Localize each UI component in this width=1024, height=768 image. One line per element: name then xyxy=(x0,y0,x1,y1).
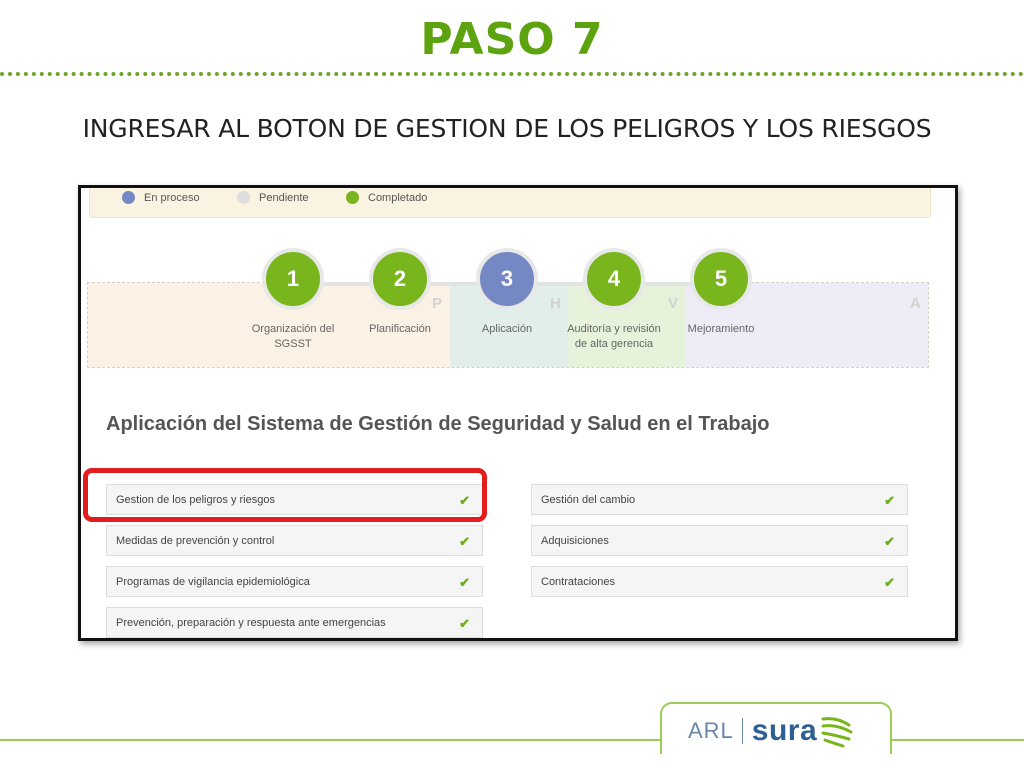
legend-item-pending: Pendiente xyxy=(237,191,309,204)
task-label: Prevención, preparación y respuesta ante… xyxy=(116,617,386,629)
step-label: Mejoramiento xyxy=(687,323,755,335)
check-icon: ✔ xyxy=(884,493,895,508)
step-label: Auditoría y revisión de alta gerencia xyxy=(567,323,661,350)
task-item[interactable]: Medidas de prevención y control ✔ xyxy=(106,525,483,556)
phva-letter: A xyxy=(910,295,921,312)
task-label: Adquisiciones xyxy=(541,535,609,547)
status-legend: En proceso Pendiente Completado xyxy=(89,188,931,218)
in-progress-dot-icon xyxy=(122,191,135,204)
step-label: Aplicación xyxy=(481,323,533,335)
step-2[interactable]: 2 Planificación xyxy=(340,248,460,337)
dotted-divider xyxy=(0,72,1024,76)
legend-label: Completado xyxy=(368,191,428,204)
task-label: Gestión del cambio xyxy=(541,494,636,506)
step-number: 5 xyxy=(690,248,752,310)
brand-sura: sura xyxy=(751,714,818,747)
step-number: 4 xyxy=(583,248,645,310)
step-5[interactable]: 5 Mejoramiento xyxy=(661,248,781,337)
task-item[interactable]: Prevención, preparación y respuesta ante… xyxy=(106,607,483,638)
step-number: 2 xyxy=(369,248,431,310)
step-number: 3 xyxy=(476,248,538,310)
task-item[interactable]: Gestión del cambio ✔ xyxy=(531,484,908,515)
legend-item-completed: Completado xyxy=(346,191,427,204)
sura-wave-icon xyxy=(821,717,853,748)
task-label: Medidas de prevención y control xyxy=(116,535,275,547)
brand-separator xyxy=(741,718,743,744)
check-icon: ✔ xyxy=(884,534,895,549)
task-label: Contrataciones xyxy=(541,576,615,588)
check-icon: ✔ xyxy=(459,616,470,631)
section-heading: Aplicación del Sistema de Gestión de Seg… xyxy=(106,413,770,435)
task-item[interactable]: Programas de vigilancia epidemiológica ✔ xyxy=(106,566,483,597)
legend-label: En proceso xyxy=(144,191,200,204)
step-label: Organización del SGSST xyxy=(251,323,335,350)
step-4[interactable]: 4 Auditoría y revisión de alta gerencia xyxy=(554,248,674,352)
brand-arl: ARL xyxy=(688,718,734,743)
check-icon: ✔ xyxy=(884,575,895,590)
check-icon: ✔ xyxy=(459,534,470,549)
app-screenshot: En proceso Pendiente Completado P H V A … xyxy=(78,185,958,641)
completed-dot-icon xyxy=(346,191,359,204)
check-icon: ✔ xyxy=(459,575,470,590)
step-3[interactable]: 3 Aplicación xyxy=(447,248,567,337)
pending-dot-icon xyxy=(237,191,250,204)
slide-title: PASO 7 xyxy=(420,14,604,65)
task-item[interactable]: Contrataciones ✔ xyxy=(531,566,908,597)
task-label: Programas de vigilancia epidemiológica xyxy=(116,576,310,588)
task-item[interactable]: Adquisiciones ✔ xyxy=(531,525,908,556)
highlight-frame xyxy=(83,468,487,522)
brand-logo: ARL sura xyxy=(688,713,853,749)
step-label: Planificación xyxy=(369,323,431,335)
legend-label: Pendiente xyxy=(259,191,309,204)
step-1[interactable]: 1 Organización del SGSST xyxy=(233,248,353,352)
legend-item-in-progress: En proceso xyxy=(122,191,200,204)
step-number: 1 xyxy=(262,248,324,310)
slide-subtitle: INGRESAR AL BOTON DE GESTION DE LOS PELI… xyxy=(82,114,932,143)
